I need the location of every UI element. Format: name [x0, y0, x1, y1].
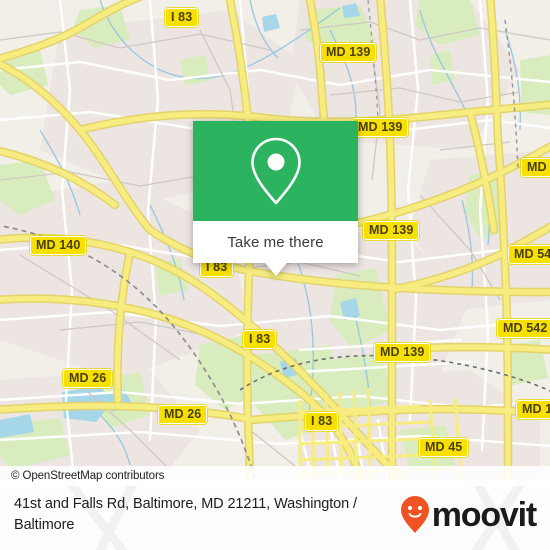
road-shield: MD 140 — [30, 236, 87, 255]
moovit-map-screenshot: I 83 MD 139 MD 139 MD 542 MD 139 MD 140 MD 542… — [0, 0, 550, 550]
footer-content: 41st and Falls Rd, Baltimore, MD 21211, … — [0, 480, 550, 550]
location-address: 41st and Falls Rd, Baltimore, MD 21211, … — [14, 496, 357, 533]
road-shield: MD 26 — [158, 405, 208, 424]
footer-bar: 41st and Falls Rd, Baltimore, MD 21211, … — [0, 480, 550, 550]
road-shield: MD 45 — [419, 438, 469, 457]
moovit-smiley-pin-icon — [400, 496, 429, 533]
road-shield: I 83 — [165, 8, 199, 27]
map-pin-icon — [250, 137, 301, 205]
road-shield: MD 139 — [374, 343, 431, 362]
popup-tail — [264, 263, 287, 276]
road-shield: MD 542 — [497, 319, 550, 338]
road-shield: MD 139 — [363, 221, 420, 240]
moovit-wordmark: moovit — [431, 496, 537, 534]
popup-cta-label: Take me there — [227, 233, 324, 251]
road-shield: MD 139 — [352, 118, 409, 137]
road-shield: MD 147 — [516, 400, 550, 419]
osm-attribution-text: © OpenStreetMap contributors — [11, 470, 165, 482]
road-shield: I 83 — [305, 412, 339, 431]
road-shield: MD 542 — [508, 245, 550, 264]
popup-header — [193, 121, 358, 221]
road-shield: I 83 — [243, 330, 277, 349]
popup-cta[interactable]: Take me there — [193, 221, 358, 263]
road-shield: MD 26 — [63, 369, 113, 388]
take-me-there-popup[interactable]: Take me there — [193, 121, 358, 276]
moovit-logo: moovit — [400, 495, 537, 535]
osm-attribution: © OpenStreetMap contributors — [0, 466, 550, 486]
road-shield: MD 139 — [320, 43, 377, 62]
road-shield: MD 542 — [521, 158, 550, 177]
